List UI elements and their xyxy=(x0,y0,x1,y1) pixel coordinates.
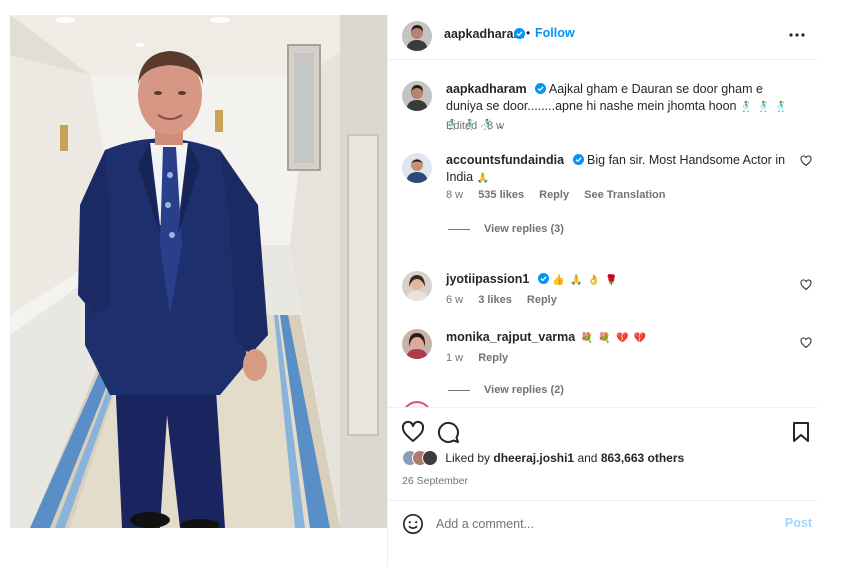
comment-meta: 6 w 3 likes Reply xyxy=(446,294,569,306)
emoji-icon[interactable] xyxy=(402,513,424,535)
verified-badge-icon xyxy=(535,83,547,94)
caption-meta: Edited · 8 w xyxy=(446,120,505,132)
replies-divider xyxy=(448,389,470,391)
post-photo[interactable] xyxy=(10,15,387,528)
author-avatar[interactable] xyxy=(402,81,432,111)
comment-meta: 8 w 535 likes Reply See Translation xyxy=(446,189,677,201)
comment-username[interactable]: accountsfundaindia xyxy=(446,153,564,167)
comment-icon[interactable] xyxy=(436,420,460,444)
post-comment-button[interactable]: Post xyxy=(785,516,812,530)
comment-username[interactable]: jyotiipassion1 xyxy=(446,272,529,286)
likes-text: Liked by dheeraj.joshi1 and 863,663 othe… xyxy=(445,451,684,465)
author-username[interactable]: aapkadharam xyxy=(444,27,525,41)
bookmark-icon[interactable] xyxy=(789,420,813,444)
post-panel: aapkadharam • Follow aapkadharam Aajkal … xyxy=(387,15,818,567)
comment-like-heart-icon[interactable] xyxy=(800,337,812,349)
view-replies-button[interactable]: View replies (2) xyxy=(448,384,564,396)
replies-divider xyxy=(448,228,470,230)
comment-text: jyotiipassion1 👍 🙏 👌 🌹 xyxy=(446,271,791,289)
post-actions: Liked by dheeraj.joshi1 and 863,663 othe… xyxy=(388,407,818,499)
comment-emoji: 🙏 xyxy=(476,173,491,184)
caption-username[interactable]: aapkadharam xyxy=(446,82,527,96)
comment-input[interactable] xyxy=(436,512,756,536)
author-avatar[interactable] xyxy=(402,21,432,51)
reply-button[interactable]: Reply xyxy=(527,294,557,306)
verified-badge-icon xyxy=(514,28,525,39)
likes-summary[interactable]: Liked by dheeraj.joshi1 and 863,663 othe… xyxy=(402,450,684,466)
comment-likes[interactable]: 3 likes xyxy=(478,294,512,306)
comment-emoji: 💐 💐 💔 💔 xyxy=(580,333,648,344)
post-date: 26 September xyxy=(402,475,468,487)
post-image xyxy=(10,15,387,528)
liked-by-user[interactable]: dheeraj.joshi1 xyxy=(493,451,574,465)
comment-emoji: 👍 🙏 👌 🌹 xyxy=(552,275,619,286)
comment-time: 6 w xyxy=(446,294,464,306)
view-replies-label: View replies (2) xyxy=(484,384,564,396)
comments-list[interactable]: aapkadharam Aajkal gham e Dauran se door… xyxy=(388,61,818,407)
reply-button[interactable]: Reply xyxy=(478,352,508,364)
liker-avatar xyxy=(422,450,438,466)
heart-icon[interactable] xyxy=(401,420,425,444)
comment-time: 8 w xyxy=(446,189,464,201)
comment-meta: 1 w Reply xyxy=(446,352,520,364)
comment-like-heart-icon[interactable] xyxy=(800,279,812,291)
view-replies-label: View replies (3) xyxy=(484,223,564,235)
reply-button[interactable]: Reply xyxy=(539,189,569,201)
add-comment-bar: Post xyxy=(388,500,818,546)
likes-others-count[interactable]: 863,663 others xyxy=(601,451,684,465)
comment-avatar[interactable] xyxy=(402,271,432,301)
header-separator: • xyxy=(526,26,531,40)
comment-text: monika_rajput_varma 💐 💐 💔 💔 xyxy=(446,329,791,347)
see-translation-button[interactable]: See Translation xyxy=(584,189,665,201)
comment-avatar[interactable] xyxy=(402,329,432,359)
verified-badge-icon xyxy=(537,273,549,284)
more-options-icon[interactable] xyxy=(787,25,807,45)
likes-prefix: Liked by xyxy=(445,451,491,465)
post-header: aapkadharam • Follow xyxy=(388,15,818,60)
comment-username[interactable]: monika_rajput_varma xyxy=(446,330,575,344)
follow-button[interactable]: Follow xyxy=(535,26,575,40)
verified-badge-icon xyxy=(572,154,584,165)
comment-likes[interactable]: 535 likes xyxy=(478,189,524,201)
comment-text: accountsfundaindia Big fan sir. Most Han… xyxy=(446,152,791,187)
likes-joiner: and xyxy=(577,451,598,465)
view-replies-button[interactable]: View replies (3) xyxy=(448,223,564,235)
comment-avatar[interactable] xyxy=(402,153,432,183)
comment-time: 1 w xyxy=(446,352,464,364)
comment-like-heart-icon[interactable] xyxy=(800,155,812,167)
